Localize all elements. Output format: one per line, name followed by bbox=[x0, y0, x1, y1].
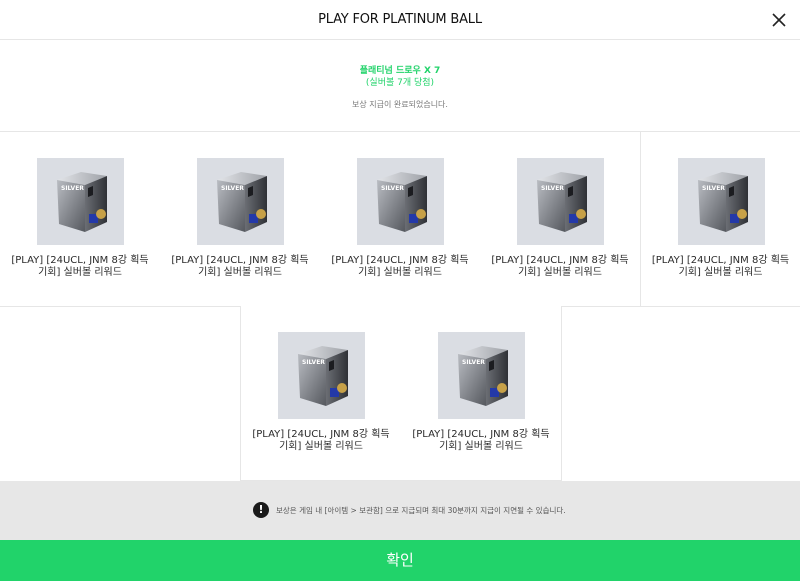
box-label: SILVER bbox=[462, 359, 485, 366]
modal-header: PLAY FOR PLATINUM BALL bbox=[0, 0, 800, 40]
box-label: SILVER bbox=[381, 185, 404, 192]
notice-bar: ! 보상은 게임 내 [아이템 > 보관함] 으로 지급되며 최대 30분까지 … bbox=[0, 481, 800, 540]
reward-name: [PLAY] [24UCL, JNM 8강 획득 기회] 실버볼 리워드 bbox=[171, 255, 309, 278]
reward-card: SILVER [PLAY] [24UCL, JNM 8강 획득 기회] 실버볼 … bbox=[320, 132, 481, 307]
box-label: SILVER bbox=[302, 359, 325, 366]
silver-box-illustration: SILVER bbox=[298, 346, 348, 406]
reward-card: SILVER [PLAY] [24UCL, JNM 8강 획득 기회] 실버볼 … bbox=[0, 132, 161, 307]
notice-text: 보상은 게임 내 [아이템 > 보관함] 으로 지급되며 최대 30분까지 지급… bbox=[276, 506, 566, 515]
exclamation-icon: ! bbox=[253, 502, 269, 518]
reward-card: SILVER [PLAY] [24UCL, JNM 8강 획득 기회] 실버볼 … bbox=[160, 132, 321, 307]
silver-box-illustration: SILVER bbox=[537, 172, 587, 232]
silver-box-image: SILVER bbox=[438, 332, 525, 419]
confirm-label: 확인 bbox=[386, 552, 414, 569]
reward-name: [PLAY] [24UCL, JNM 8강 획득 기회] 실버볼 리워드 bbox=[252, 429, 390, 452]
completion-message: 보상 지급이 완료되었습니다. bbox=[352, 100, 448, 109]
silver-box-image: SILVER bbox=[678, 158, 765, 245]
reward-card: SILVER [PLAY] [24UCL, JNM 8강 획득 기회] 실버볼 … bbox=[401, 306, 562, 481]
reward-name: [PLAY] [24UCL, JNM 8강 획득 기회] 실버볼 리워드 bbox=[491, 255, 629, 278]
confirm-button[interactable]: 확인 bbox=[0, 540, 800, 581]
draw-result-subtitle: (실버볼 7개 당첨) bbox=[365, 78, 435, 88]
silver-box-image: SILVER bbox=[278, 332, 365, 419]
close-icon bbox=[772, 13, 786, 27]
modal-title: PLAY FOR PLATINUM BALL bbox=[318, 12, 482, 27]
box-label: SILVER bbox=[702, 185, 725, 192]
box-label: SILVER bbox=[221, 185, 244, 192]
close-button[interactable] bbox=[768, 9, 790, 31]
box-label: SILVER bbox=[541, 185, 564, 192]
silver-box-image: SILVER bbox=[357, 158, 444, 245]
silver-box-image: SILVER bbox=[197, 158, 284, 245]
reward-card: SILVER [PLAY] [24UCL, JNM 8강 획득 기회] 실버볼 … bbox=[241, 306, 402, 481]
reward-card: SILVER [PLAY] [24UCL, JNM 8강 획득 기회] 실버볼 … bbox=[480, 132, 641, 307]
reward-card: SILVER [PLAY] [24UCL, JNM 8강 획득 기회] 실버볼 … bbox=[641, 132, 800, 307]
silver-box-illustration: SILVER bbox=[698, 172, 748, 232]
silver-box-illustration: SILVER bbox=[57, 172, 107, 232]
result-summary: 플래티넘 드로우 X 7 (실버볼 7개 당첨) 보상 지급이 완료되었습니다. bbox=[0, 41, 800, 131]
silver-box-illustration: SILVER bbox=[377, 172, 427, 232]
reward-name: [PLAY] [24UCL, JNM 8강 획득 기회] 실버볼 리워드 bbox=[331, 255, 469, 278]
silver-box-illustration: SILVER bbox=[217, 172, 267, 232]
reward-name: [PLAY] [24UCL, JNM 8강 획득 기회] 실버볼 리워드 bbox=[651, 255, 790, 278]
reward-name: [PLAY] [24UCL, JNM 8강 획득 기회] 실버볼 리워드 bbox=[11, 255, 149, 278]
silver-box-image: SILVER bbox=[37, 158, 124, 245]
reward-name: [PLAY] [24UCL, JNM 8강 획득 기회] 실버볼 리워드 bbox=[412, 429, 550, 452]
silver-box-illustration: SILVER bbox=[458, 346, 508, 406]
silver-box-image: SILVER bbox=[517, 158, 604, 245]
box-label: SILVER bbox=[61, 185, 84, 192]
